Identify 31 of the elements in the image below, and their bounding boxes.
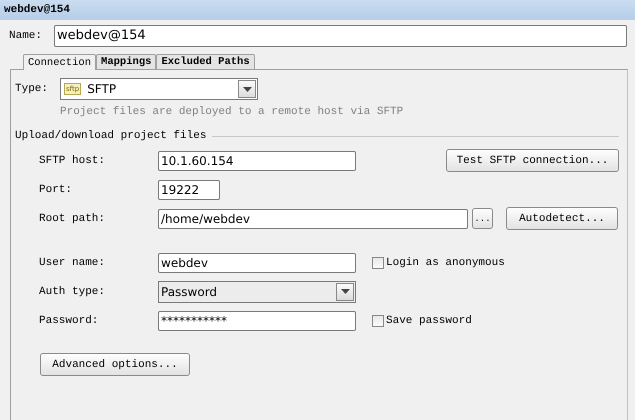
checkbox[interactable] (372, 256, 384, 268)
checkbox[interactable] (372, 314, 384, 326)
description-text: Project files are deployed to a remote host via SFTP (59, 105, 404, 118)
tab[interactable]: Connection (23, 54, 96, 70)
dropdown[interactable]: Password (158, 280, 356, 302)
field-label: Root path: (39, 212, 106, 224)
checkbox-label: Login as anonymous (386, 256, 505, 268)
tab[interactable]: Mappings (96, 54, 156, 69)
input-field[interactable]: 10.1.60.154 (158, 150, 356, 170)
window-title: webdev@154 (0, 0, 635, 20)
input-field[interactable]: *********** (158, 310, 356, 330)
action-button[interactable]: Test SFTP connection... (446, 149, 619, 172)
section-title: Upload/download project files (15, 130, 206, 142)
input-field[interactable]: 19222 (158, 180, 220, 200)
advanced-options-button[interactable]: Advanced options... (40, 353, 190, 376)
field-label: Port: (39, 184, 74, 196)
field-label: Auth type: (39, 286, 106, 298)
field-label: SFTP host: (39, 154, 106, 166)
tab[interactable]: Excluded Paths (156, 54, 255, 69)
field-label: User name: (39, 256, 106, 268)
browse-button[interactable]: ... (472, 208, 493, 229)
name-field[interactable]: webdev@154 (54, 25, 627, 47)
input-field[interactable]: /home/webdev (158, 208, 468, 228)
caret-icon (340, 289, 350, 294)
action-button[interactable]: Autodetect... (506, 207, 618, 230)
input-field[interactable]: webdev (158, 252, 356, 272)
field-label: Type: (15, 83, 50, 95)
field-label: Password: (39, 314, 100, 326)
field-label: Name: (9, 30, 44, 42)
checkbox-label: Save password (386, 314, 472, 326)
caret-icon (242, 86, 252, 92)
